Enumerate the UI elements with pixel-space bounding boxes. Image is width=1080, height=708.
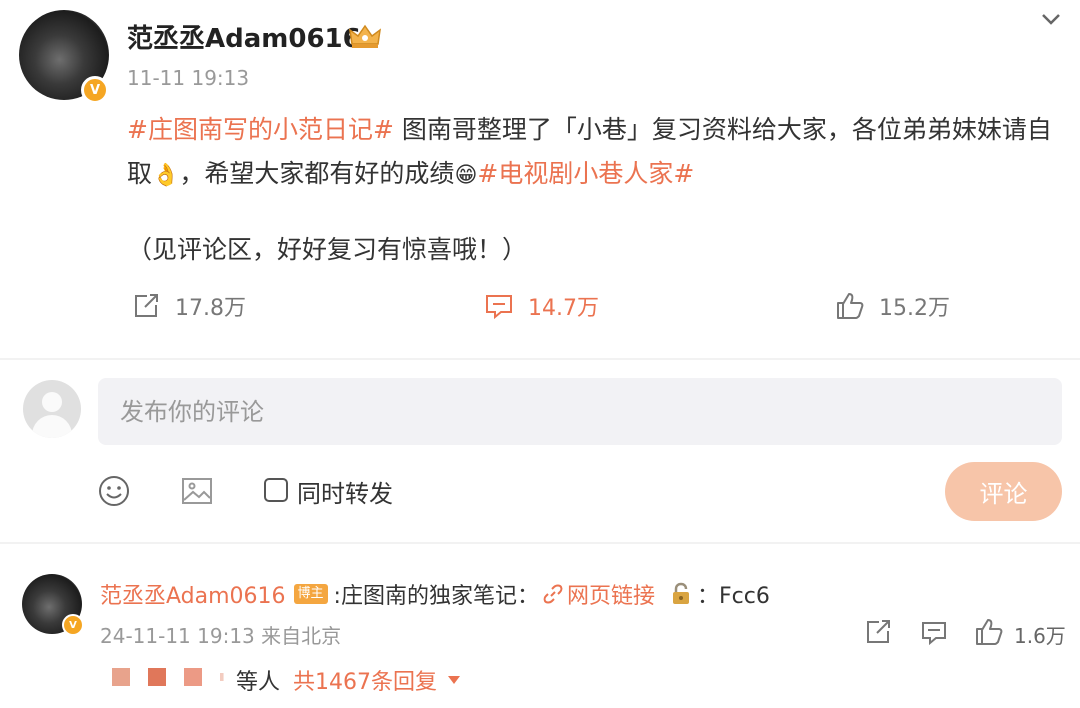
repost-checkbox-label[interactable]: 同时转发 [297, 474, 393, 509]
verified-badge: V [81, 76, 109, 104]
repost-count: 17.8万 [175, 296, 246, 321]
access-code: ：Fcc6 [696, 584, 770, 609]
web-link-label[interactable]: 网页链接 [567, 578, 655, 610]
hashtag-link[interactable]: #电视剧小巷人家# [477, 159, 694, 188]
comment-author-name[interactable]: 范丞丞Adam0616 [100, 578, 286, 610]
ok-hand-emoji: 👌 [152, 163, 180, 188]
comment-meta: 24-11-11 19:13 来自北京 [100, 624, 342, 648]
repost-icon [135, 294, 158, 317]
repost-button[interactable]: 17.8万 [131, 290, 246, 322]
repost-checkbox[interactable] [264, 478, 288, 502]
crown-icon [349, 24, 381, 48]
lock-icon [672, 582, 689, 604]
blurred-avatar [148, 668, 166, 686]
comment-repost-icon[interactable] [864, 618, 892, 646]
grin-emoji: 😁 [454, 163, 478, 188]
emoji-icon[interactable] [97, 474, 131, 508]
comment-icon [486, 295, 512, 320]
post-author-name[interactable]: 范丞丞Adam0616 [127, 18, 361, 55]
comment-button[interactable]: 14.7万 [484, 290, 599, 322]
comment-input[interactable] [98, 378, 1062, 445]
reply-count-label[interactable]: 共1467条回复 [293, 664, 437, 696]
post-timestamp: 11-11 19:13 [127, 66, 250, 90]
link-icon [543, 584, 563, 604]
comment-count: 14.7万 [528, 296, 599, 321]
avatar-head [42, 392, 62, 412]
avatar-torso [32, 415, 72, 438]
author-badge: 博主 [293, 584, 328, 604]
hashtag-link[interactable]: #庄图南写的小范日记# [127, 115, 394, 144]
post-content: #庄图南写的小范日记# 图南哥整理了「小巷」复习资料给大家，各位弟弟妹妹请自取👌… [127, 108, 1057, 198]
like-button[interactable]: 15.2万 [835, 290, 950, 322]
web-link[interactable]: 网页链接 [543, 578, 655, 610]
image-icon[interactable] [180, 474, 214, 508]
verified-badge: V [62, 614, 84, 636]
current-user-avatar [23, 380, 81, 438]
chevron-down-icon[interactable] [1038, 6, 1064, 32]
reply-count-link[interactable]: 共1467条回复 [293, 664, 461, 696]
caret-down-icon [448, 676, 460, 684]
submit-comment-button[interactable]: 评论 [945, 462, 1062, 521]
like-icon [837, 293, 864, 319]
reply-users-suffix: 等人 [236, 670, 281, 695]
blurred-avatar [112, 668, 130, 686]
comment-reply-icon[interactable] [920, 618, 948, 646]
like-count: 15.2万 [879, 296, 950, 321]
section-divider [0, 358, 1080, 360]
comment-like-count: 1.6万 [1014, 624, 1066, 648]
comment-text: :庄图南的独家笔记： [333, 584, 539, 609]
section-divider [0, 542, 1080, 544]
comment-content: 范丞丞Adam0616 博主 :庄图南的独家笔记： 网页链接 ：Fcc6 [100, 578, 770, 610]
post-note: （见评论区，好好复习有惊喜哦！） [127, 235, 528, 264]
blurred-avatar [184, 668, 202, 686]
post-text: ，希望大家都有好的成绩 [179, 159, 455, 188]
reply-avatars[interactable] [112, 668, 228, 686]
comment-like-icon[interactable] [975, 618, 1003, 646]
blurred-avatar [220, 673, 224, 681]
